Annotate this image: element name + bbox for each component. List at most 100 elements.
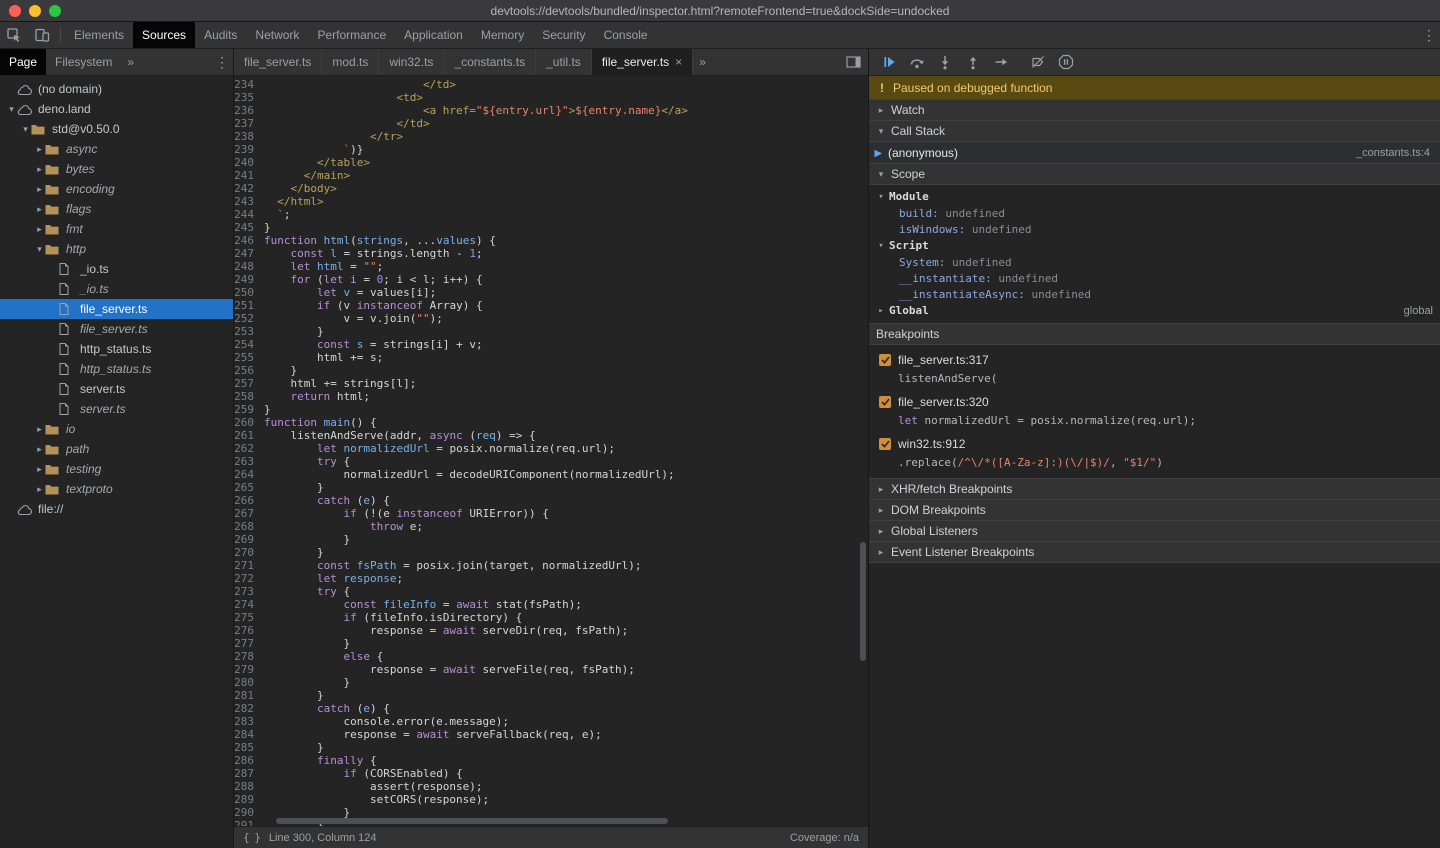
vertical-scrollbar-thumb[interactable] bbox=[860, 542, 866, 660]
line-number[interactable]: 268 bbox=[234, 520, 264, 533]
editor-tab-file-server-ts[interactable]: file_server.ts bbox=[234, 49, 322, 75]
chevron-down-icon[interactable]: ▾ bbox=[34, 244, 45, 255]
line-number[interactable]: 252 bbox=[234, 312, 264, 325]
close-tab-icon[interactable]: × bbox=[675, 55, 682, 69]
toggle-debugger-pane-icon[interactable] bbox=[840, 49, 868, 75]
zoom-window-button[interactable] bbox=[49, 5, 61, 17]
scope-property[interactable]: System: undefined bbox=[869, 254, 1440, 270]
tree-item-file[interactable]: file:// bbox=[0, 499, 233, 519]
line-number[interactable]: 283 bbox=[234, 715, 264, 728]
line-number[interactable]: 290 bbox=[234, 806, 264, 819]
line-number[interactable]: 239 bbox=[234, 143, 264, 156]
tree-item-std-v0-50-0[interactable]: ▾std@v0.50.0 bbox=[0, 119, 233, 139]
tree-item-io-ts[interactable]: _io.ts bbox=[0, 259, 233, 279]
section-xhr-fetch-breakpoints[interactable]: ▸XHR/fetch Breakpoints bbox=[869, 478, 1440, 500]
vertical-scrollbar[interactable] bbox=[858, 76, 868, 816]
line-number[interactable]: 282 bbox=[234, 702, 264, 715]
line-number[interactable]: 240 bbox=[234, 156, 264, 169]
scope-group-module[interactable]: ▾Module bbox=[869, 188, 1440, 205]
horizontal-scrollbar[interactable] bbox=[264, 816, 858, 826]
panel-tab-memory[interactable]: Memory bbox=[472, 22, 533, 48]
line-number[interactable]: 267 bbox=[234, 507, 264, 520]
line-number[interactable]: 259 bbox=[234, 403, 264, 416]
panel-tab-elements[interactable]: Elements bbox=[65, 22, 133, 48]
section-breakpoints[interactable]: Breakpoints bbox=[869, 323, 1440, 345]
section-event-listener-breakpoints[interactable]: ▸Event Listener Breakpoints bbox=[869, 541, 1440, 563]
line-number[interactable]: 279 bbox=[234, 663, 264, 676]
scope-property[interactable]: __instantiateAsync: undefined bbox=[869, 286, 1440, 302]
line-number[interactable]: 251 bbox=[234, 299, 264, 312]
line-number[interactable]: 264 bbox=[234, 468, 264, 481]
line-number[interactable]: 255 bbox=[234, 351, 264, 364]
editor-tab-mod-ts[interactable]: mod.ts bbox=[322, 49, 379, 75]
chevron-right-icon[interactable]: ▸ bbox=[34, 424, 45, 435]
panel-tab-console[interactable]: Console bbox=[595, 22, 657, 48]
line-number[interactable]: 253 bbox=[234, 325, 264, 338]
section-watch[interactable]: ▸ Watch bbox=[869, 99, 1440, 121]
section-call-stack[interactable]: ▾ Call Stack bbox=[869, 120, 1440, 142]
tree-item-io[interactable]: ▸io bbox=[0, 419, 233, 439]
editor-tab-constants-ts[interactable]: _constants.ts bbox=[444, 49, 536, 75]
line-number[interactable]: 248 bbox=[234, 260, 264, 273]
scope-group-script[interactable]: ▾Script bbox=[869, 237, 1440, 254]
editor-tab-file-server-ts[interactable]: file_server.ts× bbox=[592, 49, 693, 75]
line-number[interactable]: 288 bbox=[234, 780, 264, 793]
line-number[interactable]: 281 bbox=[234, 689, 264, 702]
panel-tab-sources[interactable]: Sources bbox=[133, 22, 195, 48]
line-number[interactable]: 278 bbox=[234, 650, 264, 663]
line-number[interactable]: 273 bbox=[234, 585, 264, 598]
line-number[interactable]: 258 bbox=[234, 390, 264, 403]
step-into-icon[interactable] bbox=[931, 49, 959, 76]
panel-tab-security[interactable]: Security bbox=[533, 22, 594, 48]
panel-tab-network[interactable]: Network bbox=[246, 22, 308, 48]
line-number[interactable]: 265 bbox=[234, 481, 264, 494]
tree-item-fmt[interactable]: ▸fmt bbox=[0, 219, 233, 239]
panel-tab-performance[interactable]: Performance bbox=[308, 22, 395, 48]
tree-item-no-domain[interactable]: (no domain) bbox=[0, 79, 233, 99]
line-number[interactable]: 271 bbox=[234, 559, 264, 572]
line-number[interactable]: 245 bbox=[234, 221, 264, 234]
line-number[interactable]: 291 bbox=[234, 819, 264, 826]
line-number[interactable]: 257 bbox=[234, 377, 264, 390]
line-number[interactable]: 287 bbox=[234, 767, 264, 780]
chevron-right-icon[interactable]: ▸ bbox=[34, 184, 45, 195]
line-number[interactable]: 289 bbox=[234, 793, 264, 806]
tree-item-http[interactable]: ▾http bbox=[0, 239, 233, 259]
tree-item-flags[interactable]: ▸flags bbox=[0, 199, 233, 219]
line-number[interactable]: 280 bbox=[234, 676, 264, 689]
editor-tab-util-ts[interactable]: _util.ts bbox=[536, 49, 592, 75]
line-number[interactable]: 261 bbox=[234, 429, 264, 442]
breakpoint-checkbox-checked[interactable] bbox=[879, 354, 891, 366]
tree-item-async[interactable]: ▸async bbox=[0, 139, 233, 159]
line-number[interactable]: 256 bbox=[234, 364, 264, 377]
line-number[interactable]: 266 bbox=[234, 494, 264, 507]
tree-item-bytes[interactable]: ▸bytes bbox=[0, 159, 233, 179]
chevron-right-icon[interactable]: ▸ bbox=[34, 464, 45, 475]
step-icon[interactable] bbox=[987, 49, 1015, 76]
main-menu-kebab-icon[interactable]: ⋮ bbox=[1418, 22, 1440, 48]
scope-group-global[interactable]: ▸Globalglobal bbox=[869, 302, 1440, 319]
line-number[interactable]: 284 bbox=[234, 728, 264, 741]
line-number[interactable]: 238 bbox=[234, 130, 264, 143]
chevron-right-icon[interactable]: ▸ bbox=[34, 144, 45, 155]
tree-item-deno-land[interactable]: ▾deno.land bbox=[0, 99, 233, 119]
line-number[interactable]: 269 bbox=[234, 533, 264, 546]
minimize-window-button[interactable] bbox=[29, 5, 41, 17]
chevron-right-icon[interactable]: ▸ bbox=[34, 224, 45, 235]
tree-item-encoding[interactable]: ▸encoding bbox=[0, 179, 233, 199]
line-number[interactable]: 242 bbox=[234, 182, 264, 195]
breakpoint-item[interactable]: file_server.ts:317listenAndServe( bbox=[869, 347, 1440, 389]
tree-item-path[interactable]: ▸path bbox=[0, 439, 233, 459]
chevron-right-icon[interactable]: ▸ bbox=[34, 444, 45, 455]
chevron-right-icon[interactable]: ▸ bbox=[34, 204, 45, 215]
line-number[interactable]: 275 bbox=[234, 611, 264, 624]
pretty-print-icon[interactable]: { } bbox=[243, 831, 260, 844]
line-number[interactable]: 241 bbox=[234, 169, 264, 182]
close-window-button[interactable] bbox=[9, 5, 21, 17]
step-out-icon[interactable] bbox=[959, 49, 987, 76]
panel-tab-audits[interactable]: Audits bbox=[195, 22, 246, 48]
scope-property[interactable]: build: undefined bbox=[869, 205, 1440, 221]
line-number[interactable]: 263 bbox=[234, 455, 264, 468]
device-toolbar-icon[interactable] bbox=[28, 22, 56, 48]
line-number[interactable]: 274 bbox=[234, 598, 264, 611]
